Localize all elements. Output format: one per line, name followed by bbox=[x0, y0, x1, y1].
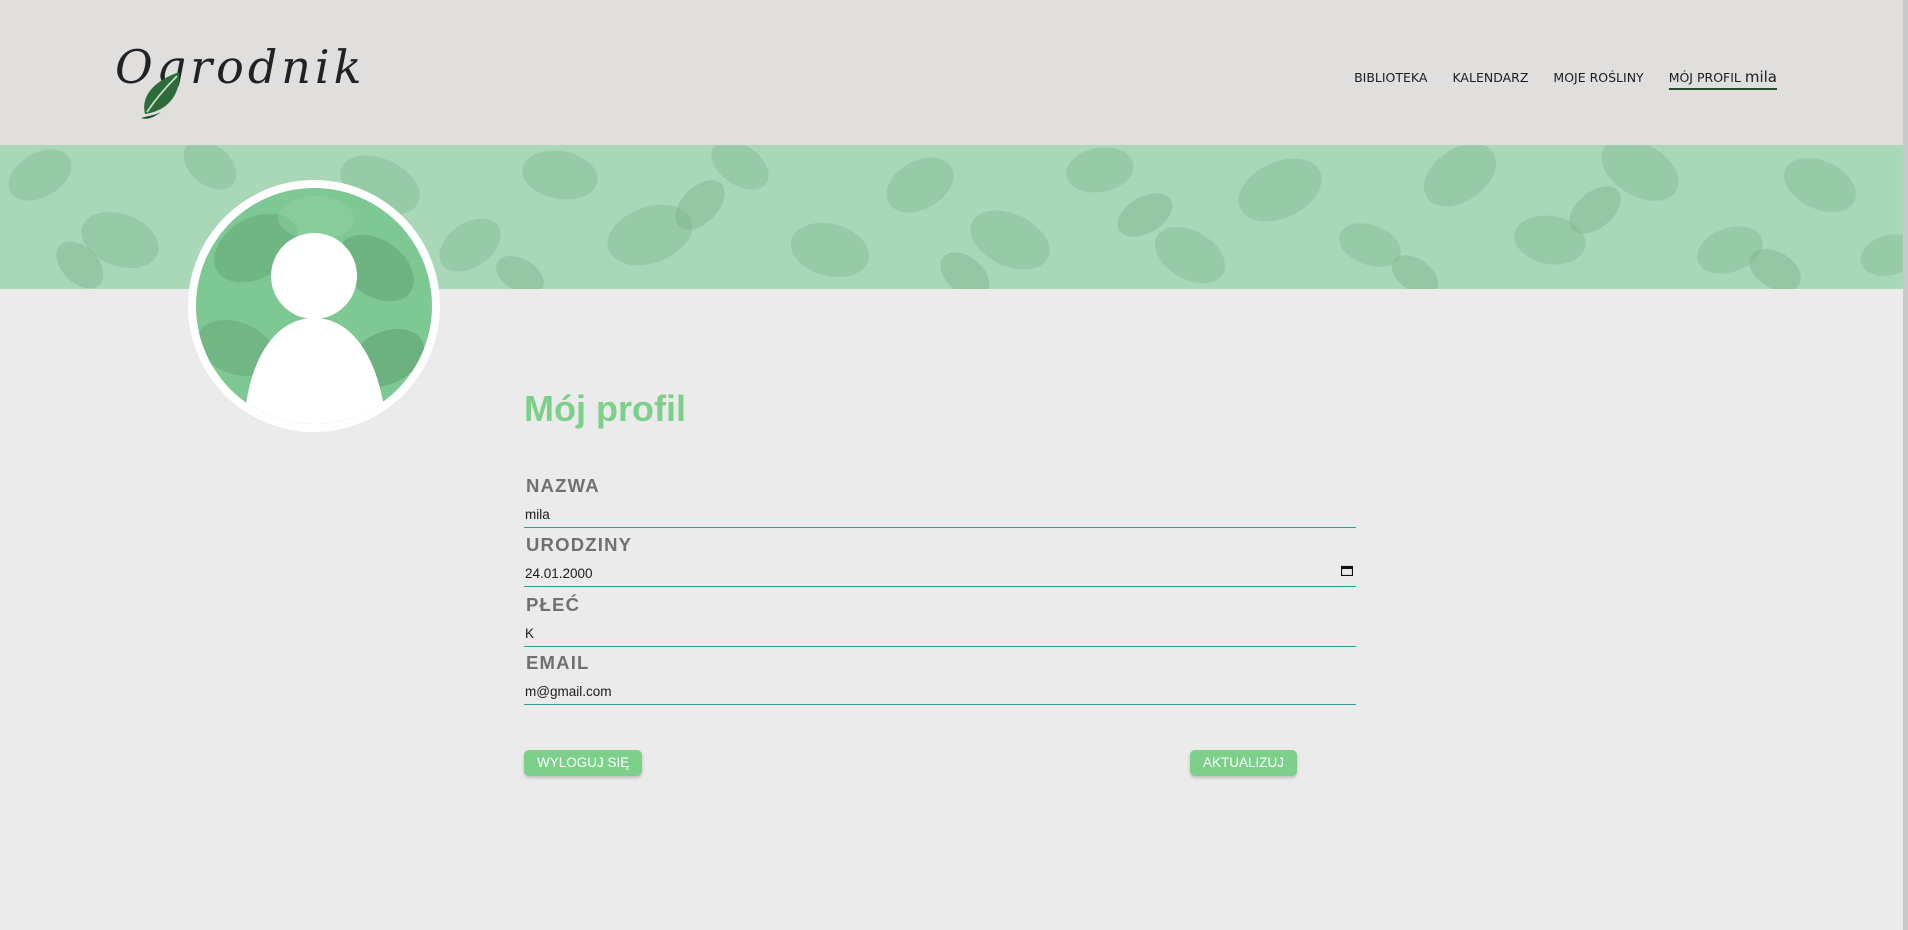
nav-username: mila bbox=[1744, 68, 1777, 86]
email-input[interactable] bbox=[524, 678, 1356, 705]
field-birthday: URODZINY bbox=[524, 534, 1356, 587]
birthday-picker bbox=[524, 560, 1356, 587]
logout-button[interactable]: WYLOGUJ SIĘ bbox=[524, 750, 643, 776]
update-button[interactable]: AKTUALIZUJ bbox=[1190, 750, 1298, 776]
calendar-icon[interactable] bbox=[1341, 565, 1353, 576]
name-input[interactable] bbox=[524, 501, 1356, 528]
name-label: NAZWA bbox=[526, 475, 600, 496]
field-gender: PŁEĆ bbox=[524, 594, 1356, 647]
user-silhouette-icon bbox=[197, 196, 424, 424]
scrollbar-track[interactable] bbox=[1903, 0, 1908, 930]
gender-label: PŁEĆ bbox=[526, 594, 581, 615]
birthday-label: URODZINY bbox=[526, 534, 633, 555]
field-email: EMAIL bbox=[524, 652, 1356, 705]
nav-item-moj-profil[interactable]: MÓJ PROFIL mila bbox=[1668, 68, 1777, 90]
logo[interactable]: Ogrodnik bbox=[115, 40, 362, 125]
nav-item-kalendarz[interactable]: KALENDARZ bbox=[1452, 70, 1528, 87]
email-label: EMAIL bbox=[526, 652, 590, 673]
avatar-image bbox=[196, 188, 432, 424]
page-title: Mój profil bbox=[524, 388, 686, 429]
leaf-icon bbox=[141, 72, 180, 119]
site-header: Ogrodnik BIBLIOTEKA KALENDARZ MOJE ROŚLI… bbox=[0, 0, 1903, 145]
scrollbar-thumb[interactable] bbox=[1903, 0, 1908, 930]
nav-item-moje-rosliny[interactable]: MOJE ROŚLINY bbox=[1553, 70, 1643, 87]
page: Ogrodnik BIBLIOTEKA KALENDARZ MOJE ROŚLI… bbox=[0, 0, 1903, 930]
birthday-input[interactable] bbox=[524, 560, 1356, 587]
avatar[interactable] bbox=[188, 180, 440, 432]
gender-input[interactable] bbox=[524, 620, 1356, 647]
nav-item-biblioteka[interactable]: BIBLIOTEKA bbox=[1354, 70, 1427, 87]
nav-item-moj-profil-label: MÓJ PROFIL bbox=[1668, 70, 1741, 85]
main-nav: BIBLIOTEKA KALENDARZ MOJE ROŚLINY MÓJ PR… bbox=[1354, 68, 1777, 90]
field-name: NAZWA bbox=[524, 475, 1356, 528]
